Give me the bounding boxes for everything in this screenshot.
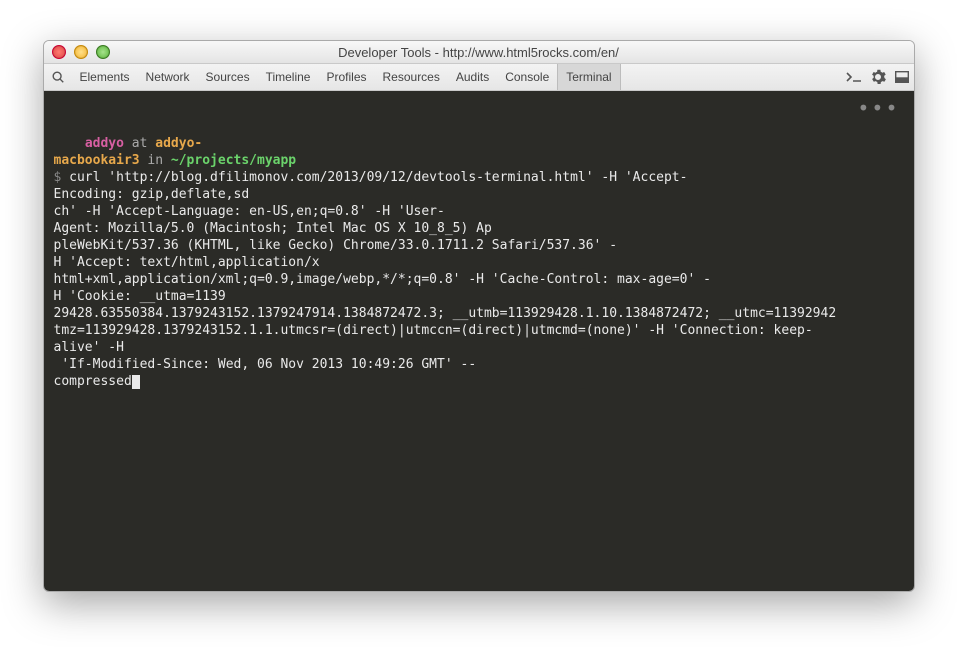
tab-console[interactable]: Console [497,64,557,90]
window-title: Developer Tools - http://www.html5rocks.… [44,45,914,60]
zoom-icon[interactable] [96,45,110,59]
tab-sources[interactable]: Sources [198,64,258,90]
gear-icon[interactable] [866,64,890,90]
prompt-symbol: $ [54,170,62,185]
titlebar: Developer Tools - http://www.html5rocks.… [44,41,914,64]
traffic-lights [44,45,110,59]
tab-profiles[interactable]: Profiles [318,64,374,90]
search-icon[interactable] [44,64,72,90]
terminal-pane[interactable]: ••• addyo at addyo- macbookair3 in ~/pro… [44,91,914,591]
tab-network[interactable]: Network [138,64,198,90]
prompt-path: ~/projects/myapp [171,153,296,168]
tab-audits[interactable]: Audits [448,64,497,90]
minimize-icon[interactable] [74,45,88,59]
terminal-command: curl 'http://blog.dfilimonov.com/2013/09… [54,170,837,389]
prompt-host-2: macbookair3 [54,153,140,168]
prompt-in: in [140,153,171,168]
prompt-host-1: addyo- [155,136,202,151]
cursor-icon [132,375,140,389]
prompt-user: addyo [85,136,124,151]
devtools-window: Developer Tools - http://www.html5rocks.… [43,40,915,592]
overflow-menu-icon[interactable]: ••• [857,103,899,113]
tab-elements[interactable]: Elements [72,64,138,90]
tab-timeline[interactable]: Timeline [258,64,319,90]
tab-resources[interactable]: Resources [375,64,448,90]
console-drawer-icon[interactable] [842,64,866,90]
devtools-toolbar: ElementsNetworkSourcesTimelineProfilesRe… [44,64,914,91]
prompt-at: at [124,136,155,151]
dock-icon[interactable] [890,64,914,90]
close-icon[interactable] [52,45,66,59]
tab-terminal[interactable]: Terminal [557,64,620,90]
